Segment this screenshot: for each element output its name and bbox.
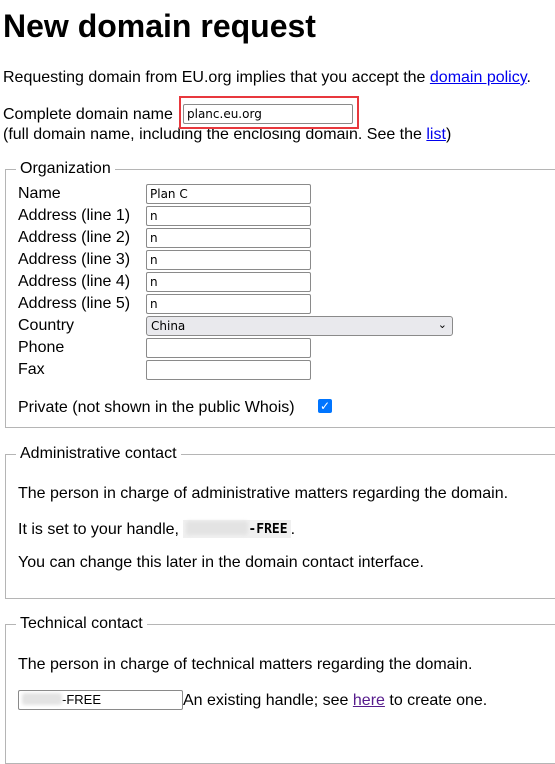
country-select[interactable]: China ⌄	[146, 316, 453, 336]
admin-contact-legend: Administrative contact	[16, 444, 181, 464]
tech-handle-suffix: -FREE	[62, 692, 101, 707]
redacted-tech-handle	[22, 693, 62, 705]
address-line4-label: Address (line 4)	[18, 273, 131, 290]
phone-label: Phone	[18, 339, 65, 356]
address-line5-label: Address (line 5)	[18, 295, 131, 312]
tech-handle-input[interactable]: -FREE	[18, 690, 183, 710]
private-label: Private (not shown in the public Whois)	[18, 399, 295, 416]
domain-list-link[interactable]: list	[426, 126, 446, 143]
intro-end: .	[526, 69, 531, 86]
redacted-handle	[186, 521, 249, 535]
country-label: Country	[18, 317, 75, 334]
domain-hint-end: )	[445, 126, 452, 143]
country-selected-value: China	[151, 319, 186, 333]
admin-handle: -FREE	[183, 520, 291, 538]
admin-handle-prefix: It is set to your handle,	[18, 521, 184, 538]
intro-text: Requesting domain from EU.org implies th…	[3, 69, 430, 86]
address-line2-input[interactable]: n	[146, 228, 311, 248]
private-checkbox[interactable]: ✓	[318, 399, 332, 413]
phone-input[interactable]	[146, 338, 311, 358]
admin-change-note: You can change this later in the domain …	[18, 554, 424, 571]
admin-description: The person in charge of administrative m…	[18, 485, 509, 502]
address-line5-input[interactable]: n	[146, 294, 311, 314]
tech-existing-text: An existing handle; see	[183, 692, 353, 709]
chevron-down-icon: ⌄	[437, 318, 447, 331]
tech-contact-legend: Technical contact	[16, 614, 147, 634]
tech-existing-note: An existing handle; see here to create o…	[183, 692, 487, 710]
admin-handle-suffix: -FREE	[248, 522, 288, 537]
address-line1-input[interactable]: n	[146, 206, 311, 226]
domain-name-label: Complete domain name	[3, 106, 173, 123]
create-handle-link[interactable]: here	[353, 692, 385, 709]
organization-legend: Organization	[16, 159, 115, 179]
checkmark-icon: ✓	[319, 399, 331, 413]
org-name-input[interactable]: Plan C	[146, 184, 311, 204]
address-line2-label: Address (line 2)	[18, 229, 131, 246]
tech-existing-end: to create one.	[384, 692, 488, 709]
domain-policy-link[interactable]: domain policy	[430, 69, 527, 86]
intro-paragraph: Requesting domain from EU.org implies th…	[3, 69, 531, 87]
address-line4-input[interactable]: n	[146, 272, 311, 292]
address-line3-input[interactable]: n	[146, 250, 311, 270]
admin-handle-line: It is set to your handle, -FREE.	[18, 520, 295, 539]
admin-handle-end: .	[290, 521, 296, 538]
page-title: New domain request	[3, 8, 316, 44]
org-name-label: Name	[18, 185, 61, 202]
address-line1-label: Address (line 1)	[18, 207, 131, 224]
fax-label: Fax	[18, 361, 45, 378]
tech-description: The person in charge of technical matter…	[18, 656, 473, 673]
address-line3-label: Address (line 3)	[18, 251, 131, 268]
fax-input[interactable]	[146, 360, 311, 380]
domain-highlight-box	[179, 96, 359, 129]
